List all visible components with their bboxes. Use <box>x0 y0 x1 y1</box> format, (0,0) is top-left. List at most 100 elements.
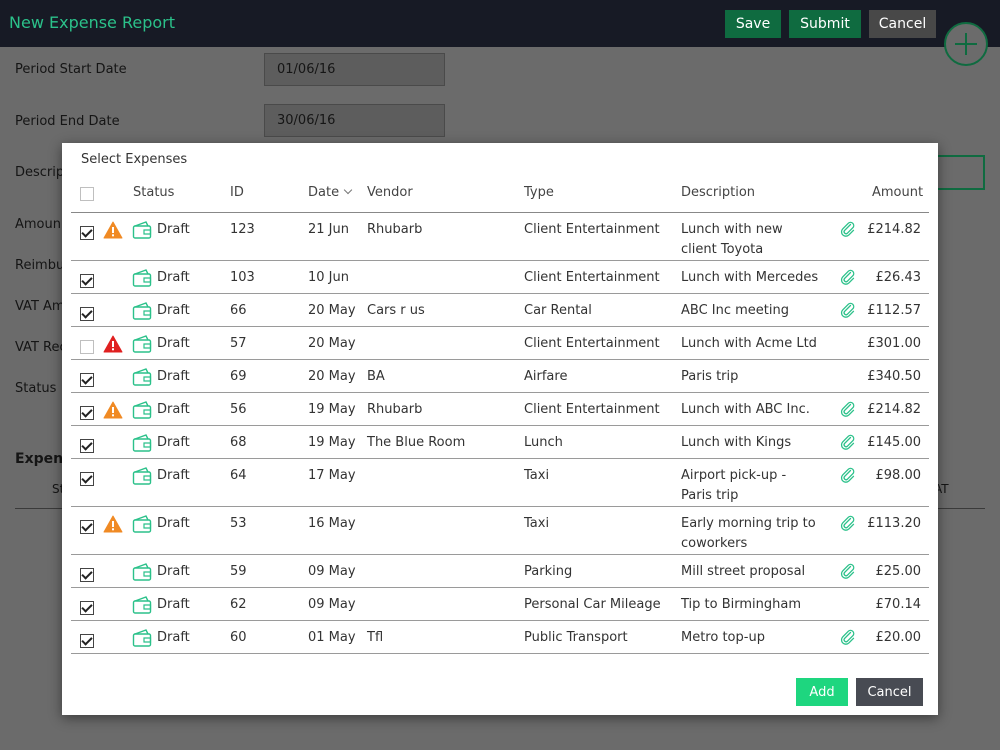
row-status: Draft <box>157 402 190 417</box>
row-divider <box>71 326 929 327</box>
row-type: Car Rental <box>524 303 592 318</box>
row-status: Draft <box>157 468 190 483</box>
row-id: 123 <box>230 222 255 237</box>
wallet-icon <box>132 302 152 324</box>
select-all-checkbox[interactable] <box>80 187 94 201</box>
row-date: 21 Jun <box>308 222 349 237</box>
row-description: Lunch with ABC Inc. <box>681 402 810 417</box>
row-type: Airfare <box>524 369 568 384</box>
add-expense-fab-plus-icon[interactable] <box>944 22 988 66</box>
row-checkbox[interactable] <box>80 406 94 420</box>
wallet-icon <box>132 563 152 585</box>
row-date: 09 May <box>308 564 356 579</box>
row-id: 60 <box>230 630 247 645</box>
period-end-field[interactable]: 30/06/16 <box>264 104 445 137</box>
row-checkbox[interactable] <box>80 634 94 648</box>
row-amount: £214.82 <box>867 402 921 417</box>
column-header-vendor[interactable]: Vendor <box>367 185 413 200</box>
row-checkbox[interactable] <box>80 340 94 354</box>
status-label: Status <box>15 381 57 396</box>
save-button[interactable]: Save <box>725 10 781 38</box>
wallet-icon <box>132 515 152 537</box>
row-type: Taxi <box>524 468 550 483</box>
row-checkbox[interactable] <box>80 373 94 387</box>
row-date: 20 May <box>308 303 356 318</box>
row-vendor: Rhubarb <box>367 402 423 417</box>
row-description: ABC Inc meeting <box>681 303 790 318</box>
row-checkbox[interactable] <box>80 601 94 615</box>
row-divider <box>71 653 929 654</box>
wallet-icon <box>132 467 152 489</box>
row-checkbox[interactable] <box>80 274 94 288</box>
row-type: Public Transport <box>524 630 628 645</box>
row-description: Lunch with Acme Ltd <box>681 336 817 351</box>
column-header-description[interactable]: Description <box>681 185 755 200</box>
row-amount: £20.00 <box>875 630 922 645</box>
row-amount: £112.57 <box>867 303 921 318</box>
row-divider <box>71 587 929 588</box>
row-amount: £113.20 <box>867 516 921 531</box>
column-header-status[interactable]: Status <box>133 185 174 200</box>
column-header-date[interactable]: Date <box>308 185 353 200</box>
row-type: Parking <box>524 564 573 579</box>
row-description: Early morning trip to coworkers <box>681 516 816 551</box>
warning-icon[interactable] <box>103 335 123 357</box>
row-divider <box>71 293 929 294</box>
row-amount: £214.82 <box>867 222 921 237</box>
row-description: Metro top-up <box>681 630 765 645</box>
row-type: Personal Car Mileage <box>524 597 661 612</box>
row-description: Tip to Birmingham <box>681 597 802 612</box>
row-checkbox[interactable] <box>80 307 94 321</box>
row-checkbox[interactable] <box>80 520 94 534</box>
row-divider <box>71 458 929 459</box>
row-divider <box>71 554 929 555</box>
warning-icon[interactable] <box>103 401 123 423</box>
row-checkbox[interactable] <box>80 568 94 582</box>
row-vendor: Tfl <box>367 630 384 645</box>
row-type: Client Entertainment <box>524 270 660 285</box>
row-checkbox[interactable] <box>80 439 94 453</box>
wallet-icon <box>132 335 152 357</box>
dialog-cancel-button[interactable]: Cancel <box>856 678 923 706</box>
wallet-icon <box>132 434 152 456</box>
row-vendor: Cars r us <box>367 303 425 318</box>
amount-label: Amoun <box>15 217 61 232</box>
row-status: Draft <box>157 222 190 237</box>
period-start-field[interactable]: 01/06/16 <box>264 53 445 86</box>
row-description: Lunch with Kings <box>681 435 792 450</box>
row-id: 64 <box>230 468 247 483</box>
wallet-icon <box>132 596 152 618</box>
row-checkbox[interactable] <box>80 472 94 486</box>
wallet-icon <box>132 368 152 390</box>
row-status: Draft <box>157 630 190 645</box>
row-checkbox[interactable] <box>80 226 94 240</box>
add-button[interactable]: Add <box>796 678 848 706</box>
row-vendor: The Blue Room <box>367 435 466 450</box>
row-status: Draft <box>157 435 190 450</box>
row-divider <box>71 425 929 426</box>
cancel-button[interactable]: Cancel <box>869 10 936 38</box>
row-type: Client Entertainment <box>524 402 660 417</box>
row-type: Lunch <box>524 435 563 450</box>
submit-button[interactable]: Submit <box>789 10 861 38</box>
column-header-date-label: Date <box>308 185 340 200</box>
row-status: Draft <box>157 336 190 351</box>
row-divider <box>71 620 929 621</box>
row-status: Draft <box>157 597 190 612</box>
wallet-icon <box>132 269 152 291</box>
select-expenses-dialog: Select Expenses Status ID Date Vendor Ty… <box>62 143 938 715</box>
column-header-id[interactable]: ID <box>230 185 244 200</box>
row-vendor: BA <box>367 369 385 384</box>
warning-icon[interactable] <box>103 221 123 243</box>
row-amount: £145.00 <box>867 435 921 450</box>
column-header-amount[interactable]: Amount <box>872 185 923 200</box>
row-date: 19 May <box>308 402 356 417</box>
period-start-label: Period Start Date <box>15 62 127 77</box>
wallet-icon <box>132 221 152 243</box>
column-header-type[interactable]: Type <box>524 185 554 200</box>
warning-icon[interactable] <box>103 515 123 537</box>
row-status: Draft <box>157 270 190 285</box>
row-divider <box>71 392 929 393</box>
period-end-label: Period End Date <box>15 114 120 129</box>
page-title: New Expense Report <box>9 13 176 32</box>
